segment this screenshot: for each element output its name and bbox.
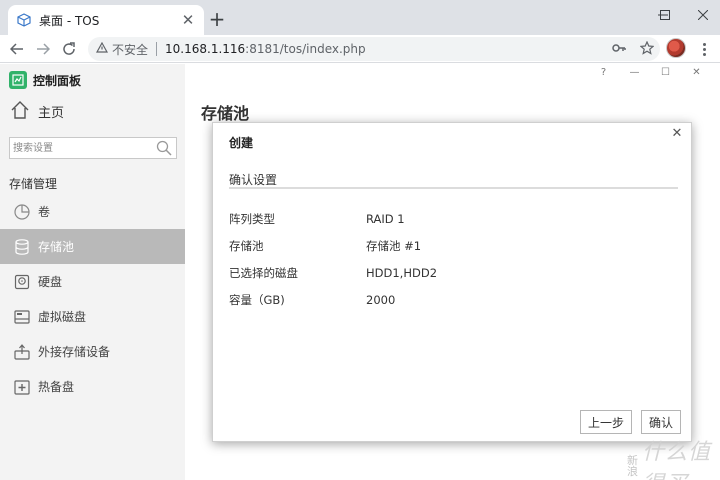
summary-label: 已选择的磁盘: [229, 265, 298, 280]
address-bar[interactable]: 不安全 10.168.1.116:8181/tos/index.php: [88, 37, 660, 61]
cube-icon: [17, 13, 31, 27]
tab-title: 桌面 - TOS: [39, 13, 100, 28]
address-actions: [612, 40, 655, 58]
summary-value: 2000: [366, 292, 396, 307]
summary-value: RAID 1: [366, 211, 405, 226]
dialog-close-icon[interactable]: ✕: [669, 126, 685, 142]
summary-row: 存储池 存储池 #1: [229, 232, 437, 259]
home-icon: [10, 100, 30, 123]
dialog-title: 创建: [229, 136, 254, 150]
virtual-disk-icon: [12, 307, 32, 327]
dialog-section-title: 确认设置: [229, 173, 278, 187]
search-input[interactable]: [13, 140, 153, 156]
url-text: 10.168.1.116:8181/tos/index.php: [165, 42, 366, 56]
search-box: [9, 137, 177, 159]
hard-disk-icon: [12, 272, 32, 292]
sidebar-item-home[interactable]: 主页: [10, 100, 64, 123]
panel-close-icon[interactable]: ✕: [681, 67, 712, 78]
sidebar-item-label: 卷: [38, 205, 51, 219]
browser-toolbar: 不安全 10.168.1.116:8181/tos/index.php: [0, 35, 720, 63]
browser-menu-icon[interactable]: [697, 38, 711, 60]
watermark-text: 什么值得买: [642, 439, 712, 480]
app-title: 控制面板: [33, 73, 82, 88]
summary-value: HDD1,HDD2: [366, 265, 438, 280]
sidebar-item-label: 硬盘: [38, 275, 63, 289]
sidebar-item-volume[interactable]: 卷: [0, 194, 185, 229]
sidebar-item-label: 虚拟磁盘: [38, 310, 87, 324]
tab-close-icon[interactable]: ✕: [178, 10, 198, 30]
address-divider: [156, 42, 158, 56]
sidebar-item-label: 外接存储设备: [38, 345, 111, 359]
summary-row: 容量（GB) 2000: [229, 286, 437, 313]
summary-value: 存储池 #1: [366, 238, 422, 253]
database-icon: [12, 237, 32, 257]
watermark: 新浪 什么值得买: [627, 434, 720, 480]
panel-minimize-icon[interactable]: —: [619, 67, 650, 78]
pie-chart-icon: [12, 202, 32, 222]
hot-spare-icon: [12, 377, 32, 397]
summary-label: 阵列类型: [229, 211, 275, 226]
control-panel-logo-icon: [9, 71, 27, 89]
create-dialog: ✕ 创建 确认设置 阵列类型 RAID 1 存储池 存储池 #1 已选择的磁盘 …: [212, 122, 692, 442]
app-header: 控制面板: [9, 71, 81, 89]
star-icon[interactable]: [639, 40, 655, 58]
dialog-divider: [229, 187, 678, 189]
url-path: :8181/tos/index.php: [245, 42, 366, 56]
warning-icon[interactable]: [95, 41, 109, 57]
sidebar-item-hard-disk[interactable]: 硬盘: [0, 264, 185, 299]
back-arrow-icon[interactable]: [6, 38, 28, 60]
summary-row: 阵列类型 RAID 1: [229, 205, 437, 232]
url-host: 10.168.1.116: [165, 42, 246, 56]
panel-window-controls: ? — ☐ ✕: [588, 67, 712, 78]
summary-row: 已选择的磁盘 HDD1,HDD2: [229, 259, 437, 286]
sidebar-item-label: 热备盘: [38, 380, 75, 394]
summary-label: 容量（GB): [229, 292, 285, 307]
usb-drive-icon: [12, 342, 32, 362]
profile-avatar[interactable]: [666, 38, 686, 58]
forward-arrow-icon[interactable]: [32, 38, 54, 60]
page-title: 存储池: [201, 104, 250, 123]
reload-icon[interactable]: [58, 38, 80, 60]
browser-tab-bar: 桌面 - TOS ✕ +: [0, 0, 720, 35]
key-icon[interactable]: [612, 41, 626, 58]
insecure-label: 不安全: [112, 42, 149, 57]
home-label: 主页: [38, 106, 65, 121]
watermark-vertical-text: 新浪: [627, 454, 638, 478]
previous-step-button[interactable]: 上一步: [580, 410, 632, 434]
sidebar-item-virtual-disk[interactable]: 虚拟磁盘: [0, 299, 185, 334]
help-icon[interactable]: ?: [588, 67, 619, 78]
storage-nav-list: 卷 存储池 硬盘 虚拟磁盘 外接存储设备 热备盘: [0, 194, 185, 404]
sidebar-item-label: 存储池: [38, 240, 75, 254]
confirm-button[interactable]: 确认: [641, 410, 681, 434]
browser-tab[interactable]: 桌面 - TOS ✕: [8, 5, 204, 35]
summary-label: 存储池: [229, 238, 264, 253]
window-maximize-button[interactable]: [648, 0, 682, 30]
sidebar-item-hot-spare[interactable]: 热备盘: [0, 369, 185, 404]
panel-maximize-icon[interactable]: ☐: [650, 67, 681, 78]
section-title-storage: 存储管理: [9, 177, 58, 191]
search-icon[interactable]: [155, 139, 173, 157]
settings-summary: 阵列类型 RAID 1 存储池 存储池 #1 已选择的磁盘 HDD1,HDD2 …: [229, 205, 437, 313]
sidebar-item-storage-pool[interactable]: 存储池: [0, 229, 185, 264]
new-tab-button[interactable]: +: [207, 9, 227, 31]
window-close-button[interactable]: [686, 0, 720, 30]
sidebar: 控制面板 主页 存储管理 卷: [0, 64, 185, 480]
sidebar-item-external-storage[interactable]: 外接存储设备: [0, 334, 185, 369]
